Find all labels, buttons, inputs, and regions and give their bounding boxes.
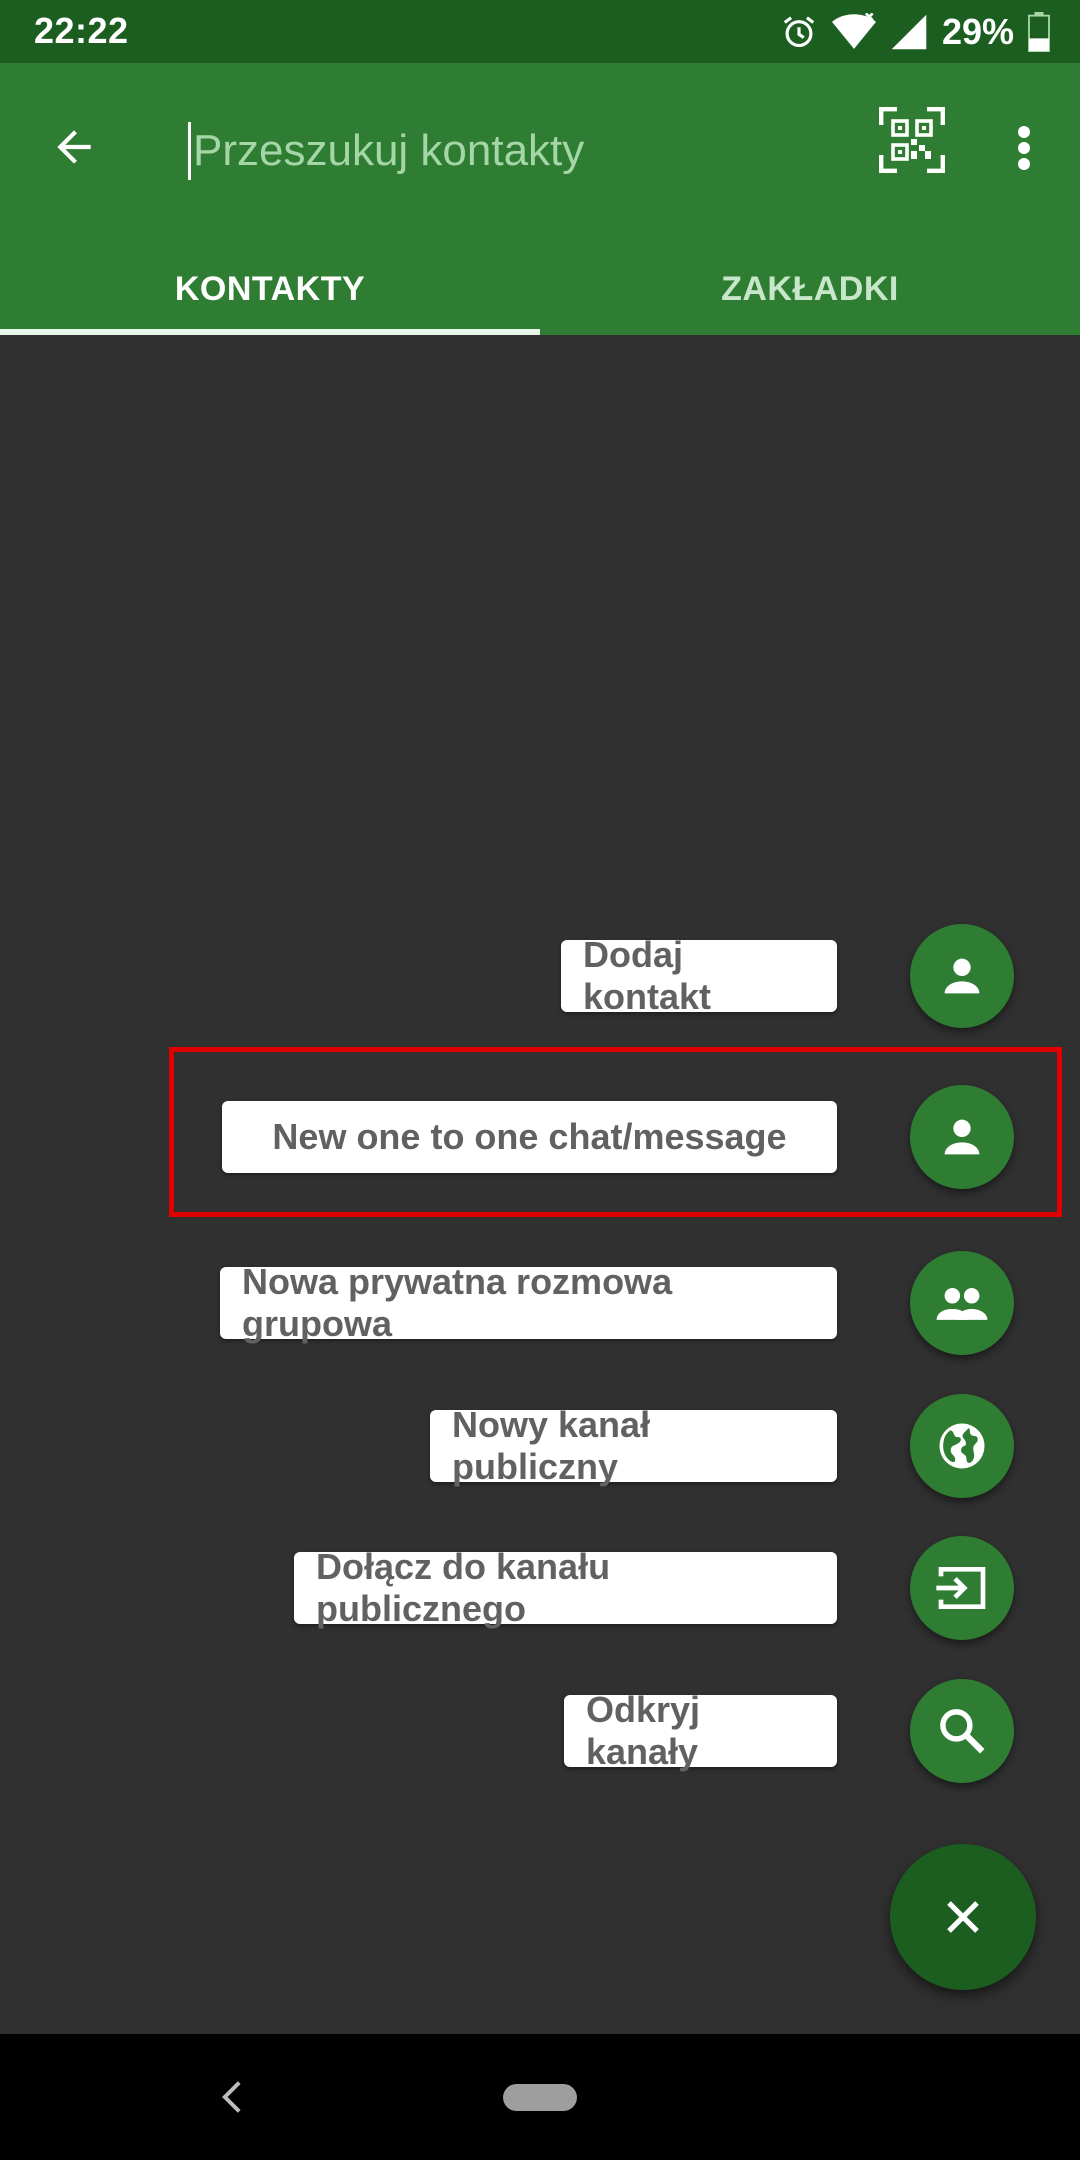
new-public-channel-button[interactable] xyxy=(910,1394,1014,1498)
search-input[interactable]: Przeszukuj kontakty xyxy=(188,103,828,199)
nav-back-button[interactable] xyxy=(212,2074,252,2120)
close-fab-button[interactable] xyxy=(890,1844,1036,1990)
arrow-back-icon xyxy=(57,130,91,164)
search-placeholder: Przeszukuj kontakty xyxy=(193,126,585,175)
globe-icon xyxy=(939,1423,985,1469)
qr-code-icon xyxy=(879,107,945,173)
alarm-icon xyxy=(780,13,818,51)
app-bar: Przeszukuj kontakty KONTAKTY ZAKŁADKI xyxy=(0,63,1080,335)
signal-icon xyxy=(890,13,928,51)
more-vert-icon xyxy=(1018,126,1030,170)
person-icon xyxy=(944,958,980,994)
fab-label-new-group[interactable]: Nowa prywatna rozmowa grupowa xyxy=(220,1261,837,1344)
battery-icon xyxy=(1028,12,1050,52)
fab-label-new-public-channel[interactable]: Nowy kanał publiczny xyxy=(430,1404,837,1487)
tab-label: ZAKŁADKI xyxy=(721,269,899,308)
text-caret xyxy=(188,122,191,180)
fab-label-join-public-channel[interactable]: Dołącz do kanału publicznego xyxy=(294,1546,837,1629)
tab-label: KONTAKTY xyxy=(174,269,366,308)
system-nav-bar xyxy=(0,2034,1080,2160)
wifi-icon xyxy=(831,13,876,51)
new-group-button[interactable] xyxy=(910,1251,1014,1355)
overflow-menu-button[interactable] xyxy=(996,108,1052,188)
nav-home-button[interactable] xyxy=(503,2084,577,2111)
nav-back-icon xyxy=(221,2081,241,2113)
battery-percent: 29% xyxy=(941,11,1014,52)
status-bar: 22:22 29% xyxy=(0,0,1080,63)
status-time: 22:22 xyxy=(34,10,129,51)
fab-menu-item-new-group[interactable]: Nowa prywatna rozmowa grupowa xyxy=(0,1251,1080,1355)
discover-channels-button[interactable] xyxy=(910,1679,1014,1783)
join-public-channel-button[interactable] xyxy=(910,1536,1014,1640)
close-icon xyxy=(947,1901,979,1933)
add-contact-button[interactable] xyxy=(910,924,1014,1028)
tab-kontakty[interactable]: KONTAKTY xyxy=(0,243,540,335)
input-icon xyxy=(936,1567,986,1609)
tab-bar: KONTAKTY ZAKŁADKI xyxy=(0,243,1080,335)
fab-menu-item-add-contact[interactable]: Dodaj kontakt xyxy=(0,924,1080,1028)
fab-menu-item-discover-channels[interactable]: Odkryj kanały xyxy=(0,1679,1080,1783)
qr-scan-button[interactable] xyxy=(872,100,952,180)
fab-label-add-contact[interactable]: Dodaj kontakt xyxy=(561,934,837,1017)
back-button[interactable] xyxy=(38,111,110,183)
search-icon xyxy=(940,1709,985,1754)
fab-menu-item-join-public-channel[interactable]: Dołącz do kanału publicznego xyxy=(0,1536,1080,1640)
tab-zakladki[interactable]: ZAKŁADKI xyxy=(540,243,1080,335)
fab-menu-item-new-public-channel[interactable]: Nowy kanał publiczny xyxy=(0,1394,1080,1498)
group-icon xyxy=(936,1288,988,1320)
highlight-box xyxy=(169,1047,1062,1217)
tab-indicator xyxy=(0,329,540,335)
status-icons: 29% xyxy=(780,8,1050,56)
fab-label-discover-channels[interactable]: Odkryj kanały xyxy=(564,1689,837,1772)
